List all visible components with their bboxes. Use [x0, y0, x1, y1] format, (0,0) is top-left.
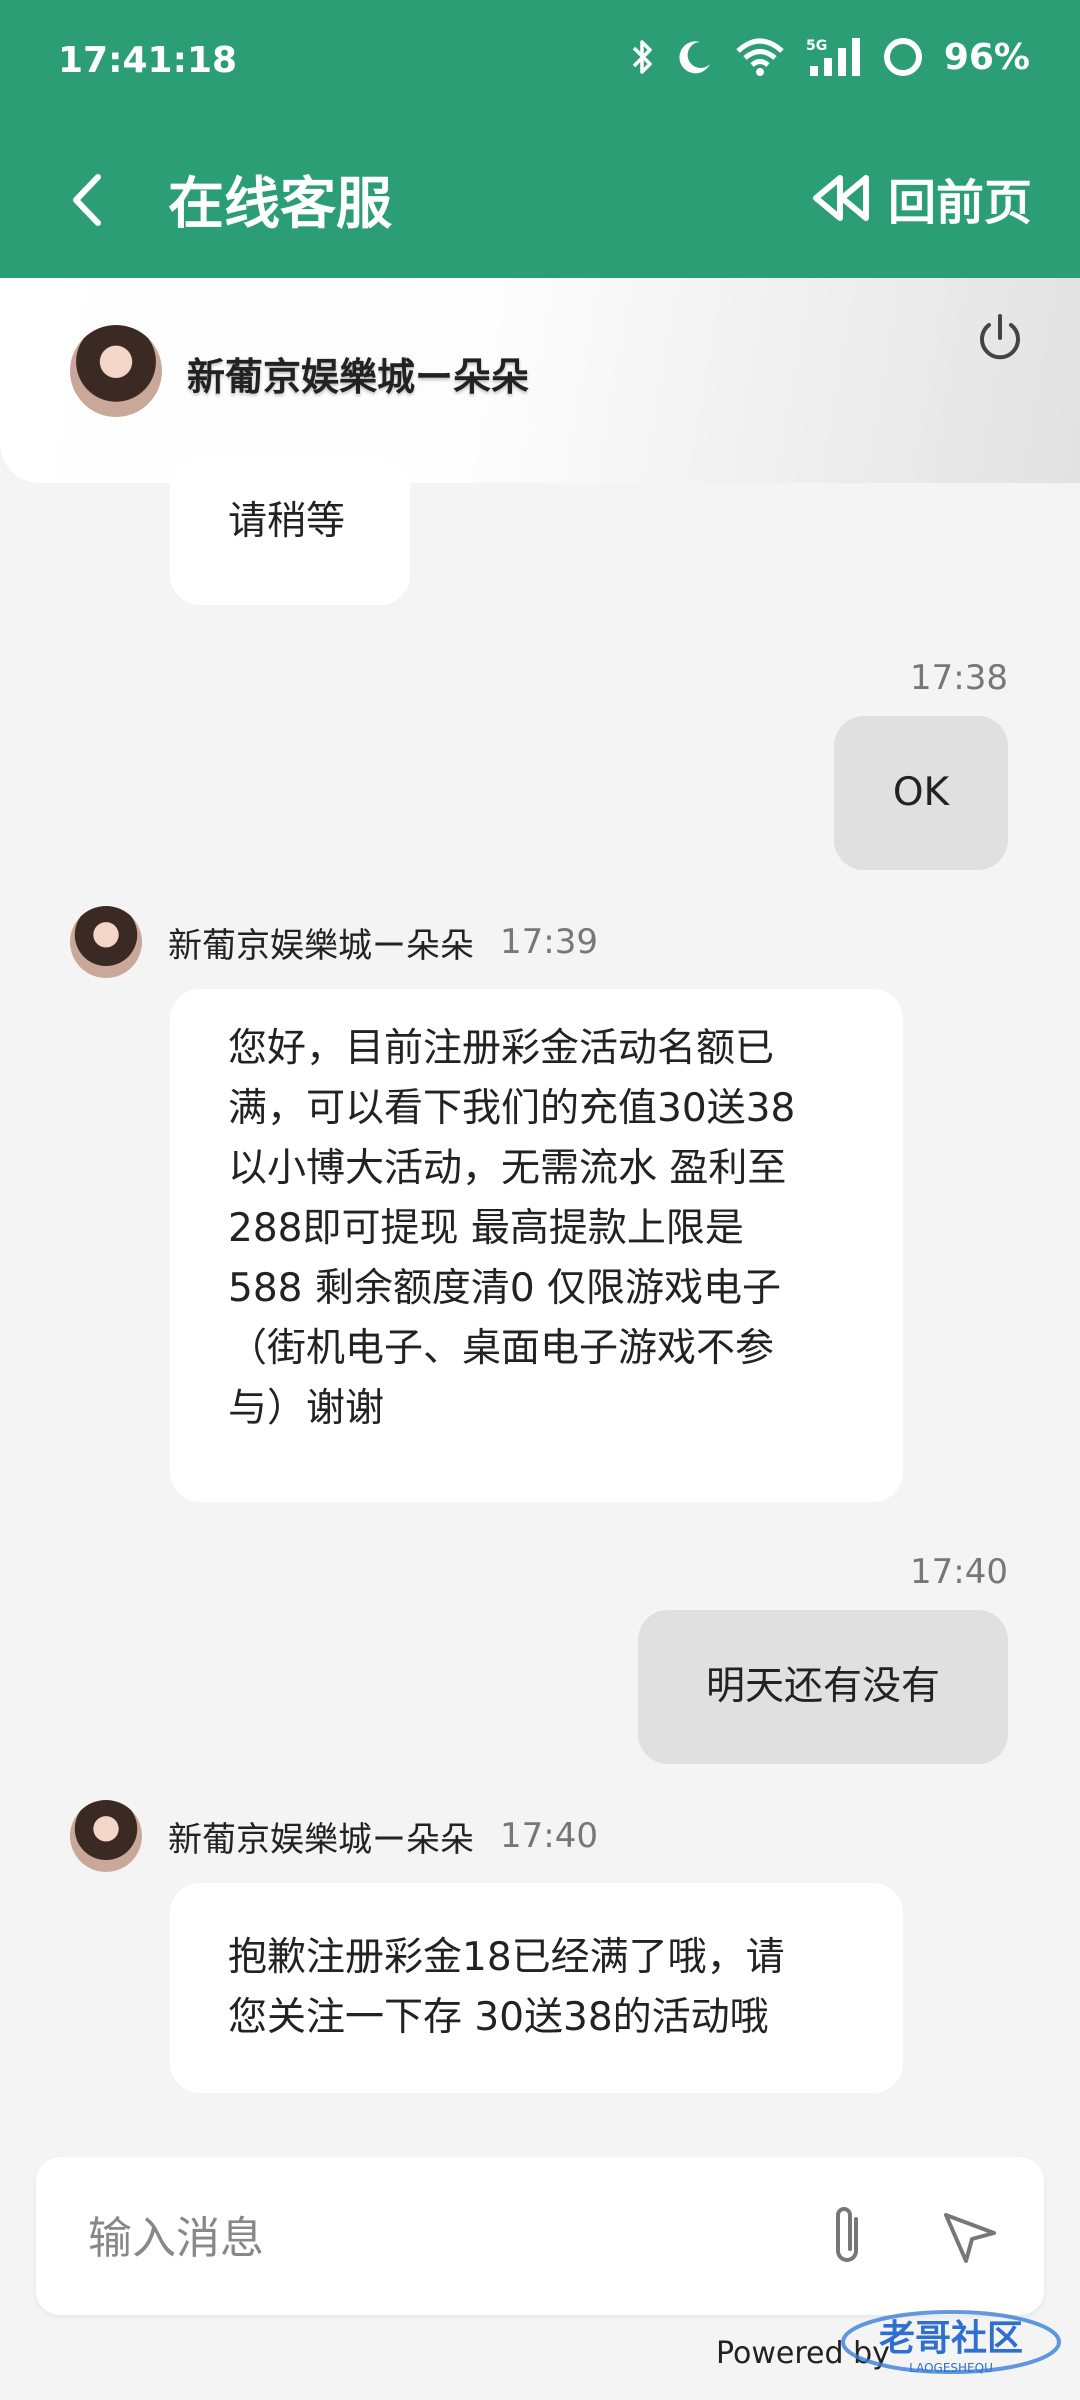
agent-header: 新葡京娱樂城ー朵朵 — [0, 278, 1080, 483]
message-text: 明天还有没有 — [705, 1664, 940, 1709]
watermark-logo: 老哥社区 LAOGESHEQU — [836, 2300, 1066, 2380]
agent-avatar — [70, 906, 142, 978]
page-title: 在线客服 — [168, 172, 392, 237]
message-time: 17:40 — [910, 1552, 1008, 1592]
message-text: OK — [892, 770, 950, 815]
message-line: 您好，目前注册彩金活动名额已 — [228, 1026, 775, 1071]
agent-avatar — [70, 325, 162, 417]
message-line: 以小博大活动，无需流水 盈利至 — [228, 1146, 787, 1191]
bluetooth-icon — [630, 37, 656, 77]
message-sender: 新葡京娱樂城ー朵朵 17:40 — [70, 1800, 598, 1872]
power-icon — [980, 314, 1020, 360]
watermark-subtext: LAOGESHEQU — [909, 2361, 993, 2375]
message-bubble-agent: 您好，目前注册彩金活动名额已 满，可以看下我们的充值30送38 以小博大活动，无… — [170, 989, 903, 1502]
message-bubble-user: OK — [834, 716, 1008, 870]
paperclip-icon — [836, 2207, 858, 2262]
send-icon — [944, 2213, 996, 2263]
status-icons: 5G 96% — [630, 36, 1030, 78]
attach-button[interactable] — [818, 2201, 878, 2271]
wifi-icon — [734, 37, 786, 77]
battery-percent: 96% — [943, 36, 1030, 78]
watermark-text: 老哥社区 — [879, 2318, 1023, 2359]
message-line: （街机电子、桌面电子游戏不参 — [228, 1326, 775, 1371]
message-line: 抱歉注册彩金18已经满了哦，请 — [228, 1935, 785, 1980]
message-text: 请稍等 — [228, 499, 346, 544]
message-time: 17:40 — [500, 1816, 598, 1856]
chat-area[interactable]: 请稍等 17:38 OK 新葡京娱樂城ー朵朵 17:39 您好，目前注册彩金活动… — [0, 458, 1080, 2155]
moon-icon — [676, 38, 714, 76]
message-bubble-user: 明天还有没有 — [638, 1610, 1008, 1764]
send-button[interactable] — [936, 2201, 1002, 2271]
status-time: 17:41:18 — [58, 40, 238, 81]
agent-name: 新葡京娱樂城ー朵朵 — [187, 355, 530, 399]
message-line: 与）谢谢 — [228, 1386, 385, 1431]
back-button[interactable] — [60, 165, 120, 235]
message-time: 17:38 — [910, 658, 1008, 698]
message-line: 您关注一下存 30送38的活动哦 — [228, 1995, 769, 2040]
message-line: 满，可以看下我们的充值30送38 — [228, 1086, 796, 1131]
message-line: 588 剩余额度清0 仅限游戏电子 — [228, 1266, 782, 1311]
nav-bar: 在线客服 回前页 — [0, 125, 1080, 278]
network-label: 5G — [806, 38, 827, 54]
battery-icon — [882, 36, 924, 78]
cellular-signal-icon: 5G — [806, 36, 862, 78]
message-time: 17:39 — [500, 922, 598, 962]
sender-name: 新葡京娱樂城ー朵朵 — [168, 925, 474, 966]
agent-avatar — [70, 1800, 142, 1872]
return-previous-label: 回前页 — [887, 175, 1032, 231]
message-bubble-agent: 抱歉注册彩金18已经满了哦，请 您关注一下存 30送38的活动哦 — [170, 1883, 903, 2093]
message-input[interactable] — [86, 2197, 790, 2279]
sender-name: 新葡京娱樂城ー朵朵 — [168, 1819, 474, 1860]
message-composer — [36, 2157, 1044, 2315]
return-previous-button[interactable]: 回前页 — [810, 163, 1032, 233]
message-sender: 新葡京娱樂城ー朵朵 17:39 — [70, 906, 598, 978]
end-chat-button[interactable] — [972, 310, 1028, 366]
rewind-icon — [812, 175, 869, 221]
message-line: 288即可提现 最高提款上限是 — [228, 1206, 744, 1251]
chevron-left-icon — [73, 174, 101, 226]
status-bar: 17:41:18 5G 96% — [0, 0, 1080, 125]
message-bubble-agent: 请稍等 — [170, 458, 410, 605]
